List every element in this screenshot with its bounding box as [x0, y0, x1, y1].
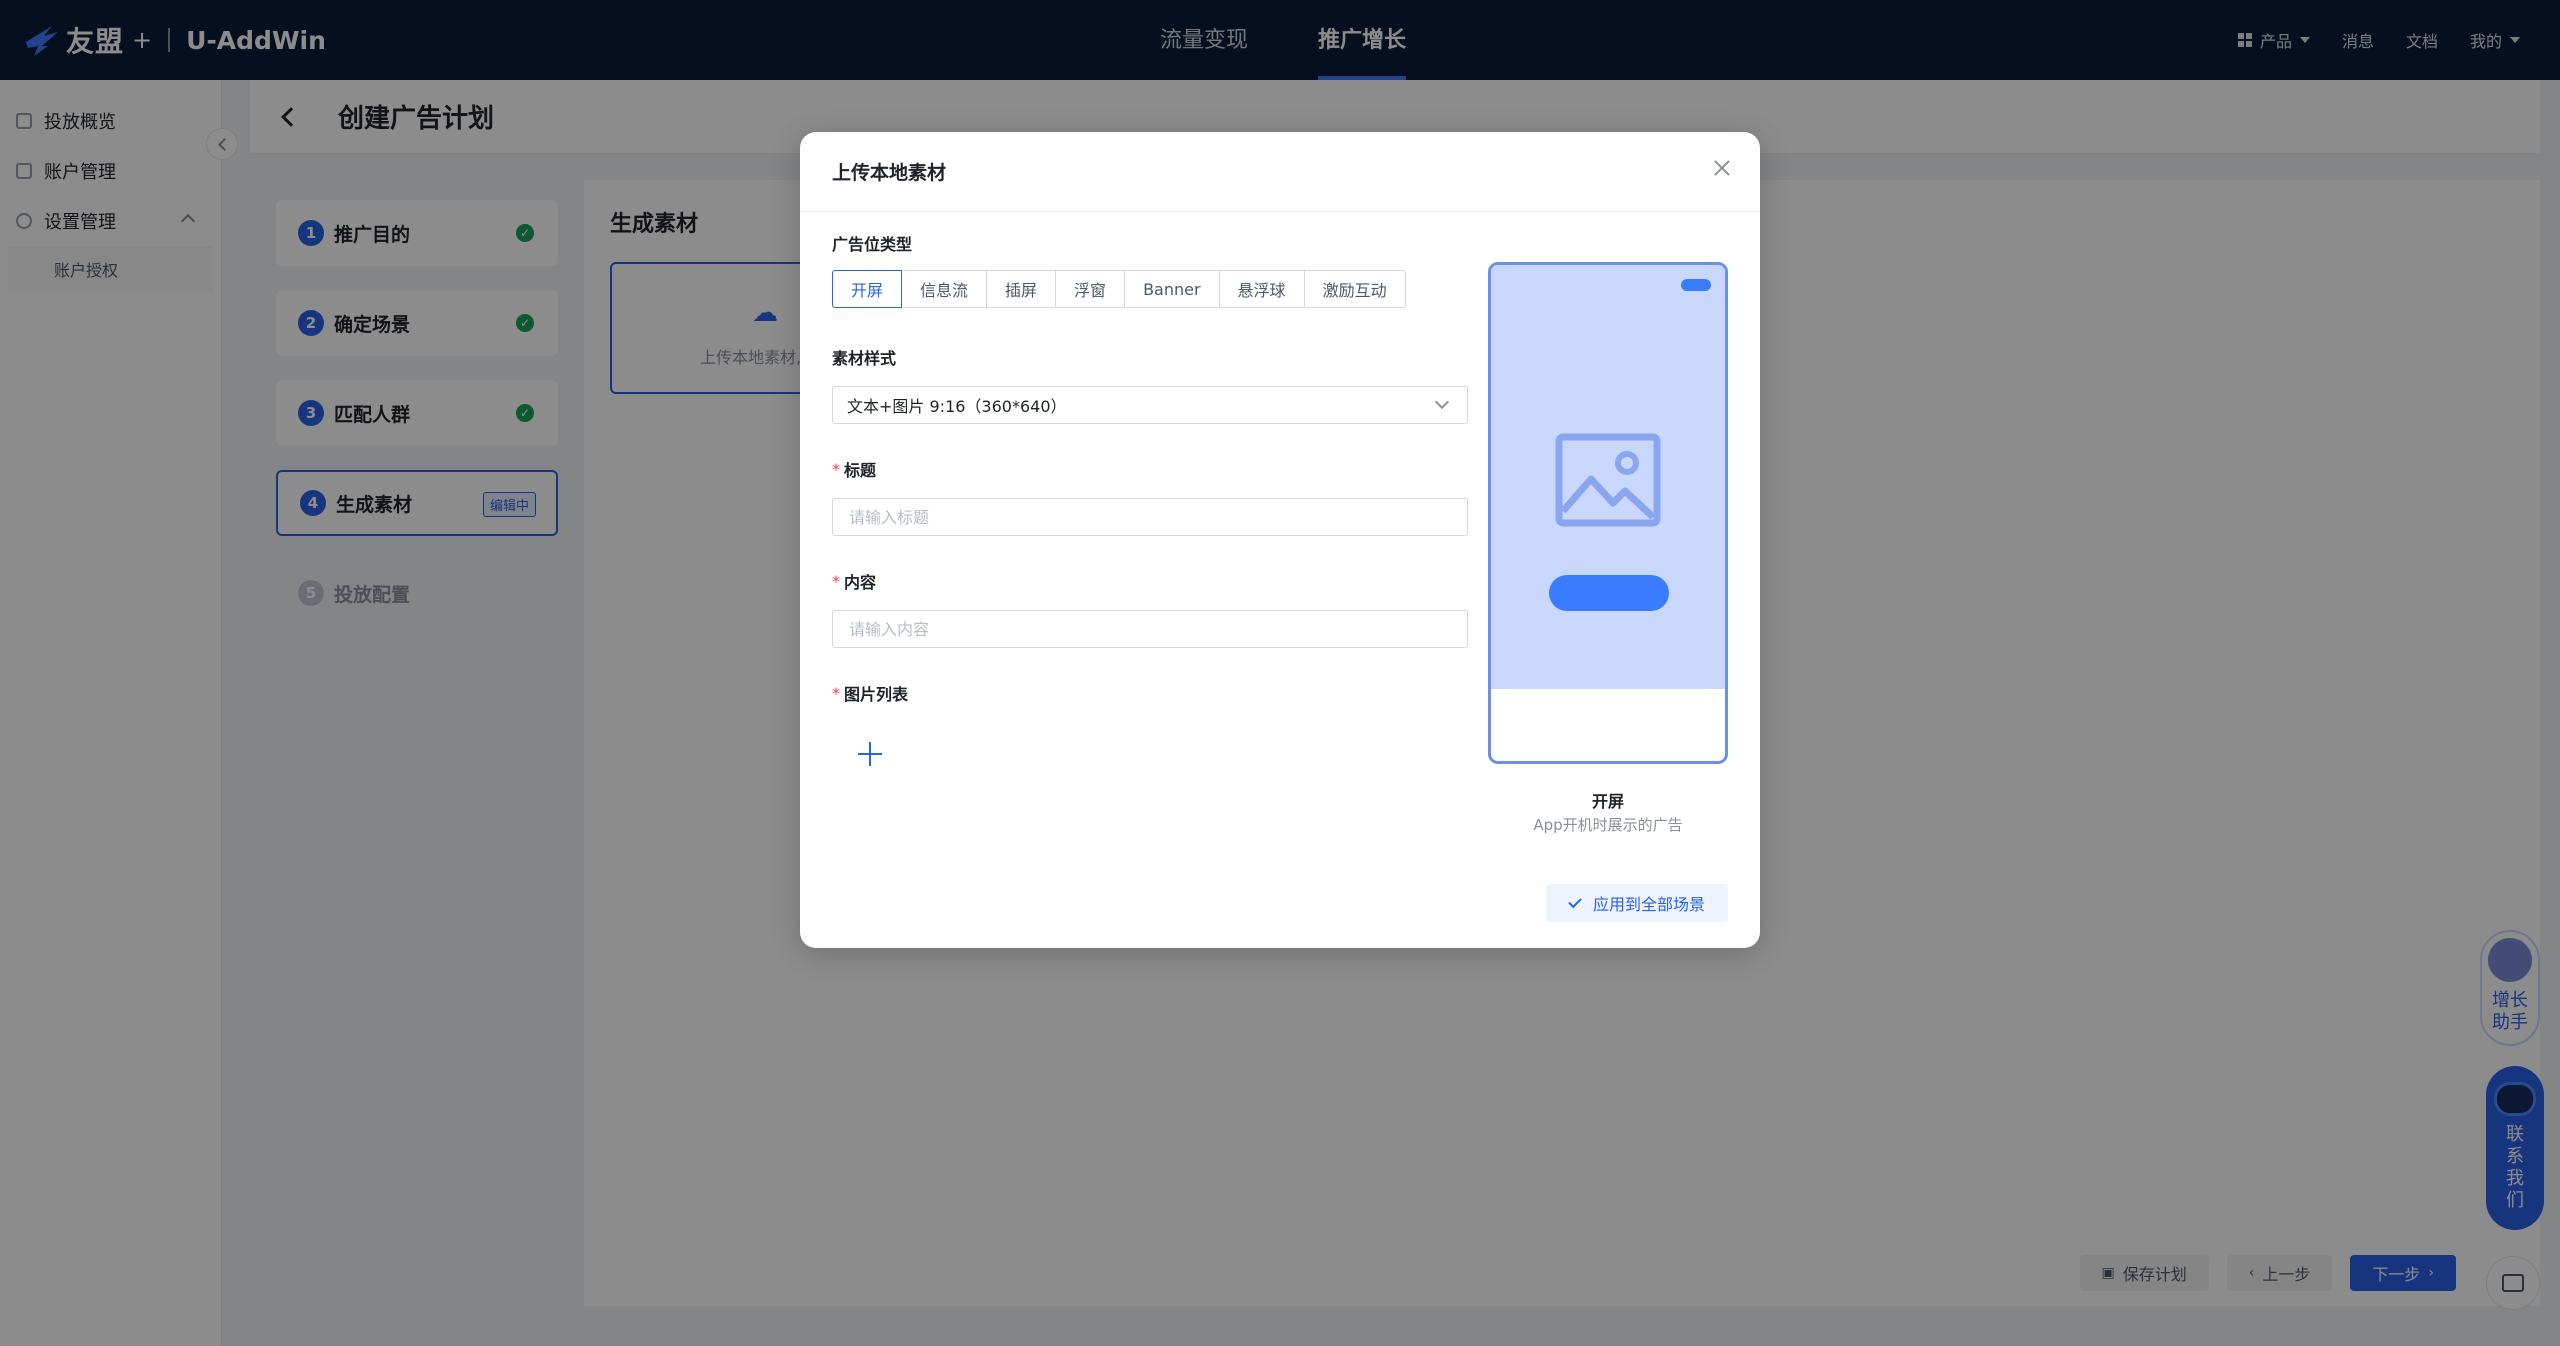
title-field-label: * 标题	[832, 458, 1468, 481]
ad-type-selector: 开屏 信息流 插屏 浮窗 Banner 悬浮球 激励互动	[832, 270, 1468, 308]
content-field-label: * 内容	[832, 570, 1468, 593]
modal-header: 上传本地素材	[800, 132, 1760, 212]
preview-screen	[1491, 265, 1725, 689]
apply-label: 应用到全部场景	[1592, 895, 1705, 914]
skip-pill	[1681, 279, 1711, 291]
content-label-text: 内容	[844, 573, 877, 592]
preview-description: App开机时展示的广告	[1533, 816, 1683, 834]
style-label: 素材样式	[832, 349, 897, 368]
required-mark: *	[832, 459, 840, 479]
image-placeholder-icon	[1555, 433, 1661, 527]
ad-type-rewarded-interactive[interactable]: 激励互动	[1304, 270, 1406, 308]
preview-cta-pill	[1549, 575, 1669, 611]
title-label-text: 标题	[844, 461, 877, 480]
required-mark: *	[832, 683, 840, 703]
check-icon	[1568, 894, 1582, 908]
material-form: 广告位类型 开屏 信息流 插屏 浮窗 Banner 悬浮球 激励互动 素材样式 …	[832, 232, 1468, 766]
material-style-value: 文本+图片 9:16（360*640）	[847, 397, 1067, 416]
content-input[interactable]	[832, 610, 1468, 648]
ad-type-splash[interactable]: 开屏	[832, 270, 903, 308]
close-icon[interactable]	[1712, 158, 1732, 178]
images-field-label: * 图片列表	[832, 682, 1468, 705]
images-label-text: 图片列表	[844, 685, 909, 704]
apply-to-all-scenes-button[interactable]: 应用到全部场景	[1546, 884, 1728, 922]
ad-type-feed[interactable]: 信息流	[902, 270, 988, 308]
material-style-select[interactable]: 文本+图片 9:16（360*640）	[832, 386, 1468, 424]
ad-type-label: 广告位类型	[832, 235, 913, 254]
splash-preview	[1488, 262, 1728, 764]
chevron-down-icon	[1434, 394, 1450, 410]
upload-material-modal: 上传本地素材 广告位类型 开屏 信息流 插屏 浮窗 Banner 悬浮球 激励互…	[800, 132, 1760, 948]
preview-name: 开屏	[1591, 792, 1624, 811]
add-image-button[interactable]	[858, 742, 882, 766]
title-input[interactable]	[832, 498, 1468, 536]
ad-type-interstitial[interactable]: 插屏	[987, 270, 1057, 308]
ad-type-banner[interactable]: Banner	[1125, 270, 1220, 308]
ad-type-floating-window[interactable]: 浮窗	[1056, 270, 1126, 308]
required-mark: *	[832, 571, 840, 591]
ad-type-floating-ball[interactable]: 悬浮球	[1219, 270, 1305, 308]
modal-title: 上传本地素材	[832, 162, 947, 184]
